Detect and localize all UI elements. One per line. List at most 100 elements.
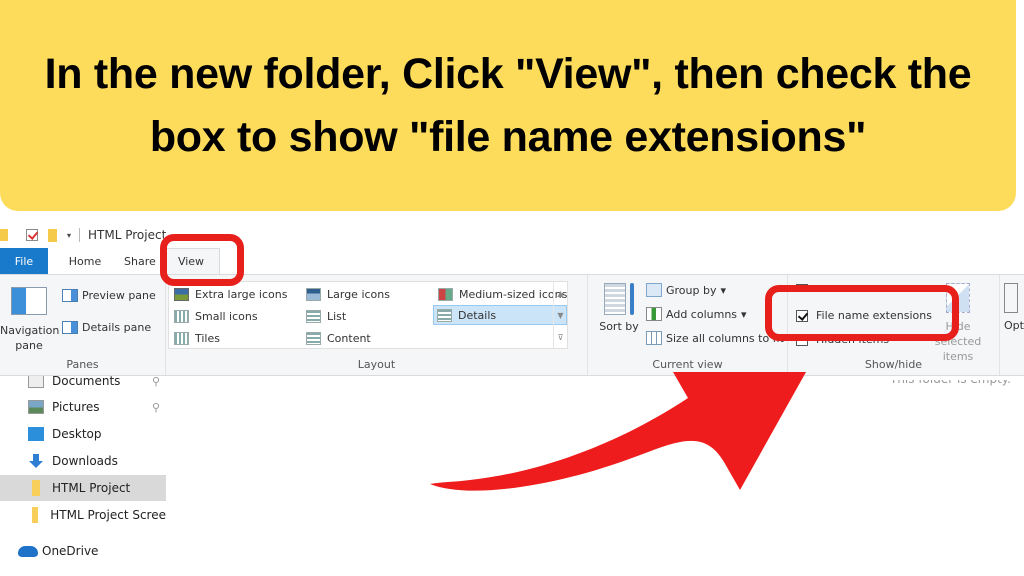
group-label-panes: Panes [66,358,99,371]
nav-item-label: HTML Project [52,481,131,495]
layout-item-label: Large icons [327,287,390,301]
details-pane-label: Details pane [82,321,152,334]
folder-icon[interactable] [0,229,8,241]
nav-item-html-project-screenshots[interactable]: HTML Project Scree [0,502,166,528]
preview-pane-button[interactable]: Preview pane [62,289,156,302]
hidden-items-label: Hidden items [816,333,890,346]
options-label: Options [1004,319,1024,332]
chevron-down-icon: ▾ [741,307,747,321]
hidden-items-toggle[interactable]: Hidden items [796,333,889,346]
file-name-extensions-label: File name extensions [816,309,932,322]
folder-icon [32,480,40,496]
layout-item-label: List [327,309,347,323]
sort-by-icon [604,283,634,315]
nav-item-label: OneDrive [42,544,99,558]
layout-medium-icons[interactable]: Medium-sized icons [435,284,570,304]
size-all-columns-label: Size all columns to fit [666,331,784,345]
ribbon-tabs: File Home Share View [0,248,1024,274]
documents-icon [28,376,44,388]
layout-item-label: Content [327,331,371,345]
group-panes: Navigation pane Preview pane Details pan… [0,275,166,375]
layout-large-icons[interactable]: Large icons [303,284,393,304]
pin-icon[interactable]: ⚲ [152,401,160,414]
window-title: HTML Project [88,228,167,242]
layout-item-label: Medium-sized icons [459,287,568,301]
group-label-layout: Layout [357,358,396,371]
file-explorer-window: ▾ HTML Project File Home Share View Navi… [0,222,1024,576]
group-label-current-view: Current view [652,358,723,371]
scroll-up-icon[interactable]: ▲ [557,289,563,298]
ribbon-view: Navigation pane Preview pane Details pan… [0,274,1024,376]
layout-content[interactable]: Content [303,328,374,348]
folder-icon [32,507,39,523]
options-button[interactable]: Options [1004,283,1024,332]
tab-view[interactable]: View [162,248,220,274]
nav-item-pictures[interactable]: Pictures ⚲ [0,394,166,420]
scroll-down-icon[interactable]: ▼ [557,311,563,320]
file-name-extensions-toggle[interactable]: File name extensions [796,309,932,322]
item-check-boxes-checkbox[interactable] [796,283,808,290]
customize-dropdown-icon[interactable]: ▾ [67,231,71,240]
tab-home[interactable]: Home [54,248,116,274]
list-icon [306,309,321,323]
toolbar-divider [79,228,81,242]
group-label-show-hide: Show/hide [864,358,923,371]
file-name-extensions-checkbox[interactable] [796,309,808,322]
details-pane-button[interactable]: Details pane [62,321,151,334]
small-icons-icon [174,309,189,323]
layout-extra-large-icons[interactable]: Extra large icons [171,284,290,304]
nav-item-label: Documents [52,374,121,388]
layout-list[interactable]: List [303,306,349,326]
tab-file[interactable]: File [0,248,48,274]
size-columns-icon [646,331,662,345]
tab-share[interactable]: Share [116,248,158,274]
sort-by-button[interactable]: Sort by [598,283,640,334]
nav-item-label: Desktop [52,427,102,441]
nav-item-onedrive[interactable]: OneDrive [0,538,166,564]
preview-pane-icon [62,289,78,302]
group-layout: Extra large icons Large icons Medium-siz… [166,275,588,375]
navigation-pane-label: Navigation pane [0,324,60,352]
onedrive-icon [18,545,38,557]
instruction-banner: In the new folder, Click "View", then ch… [0,0,1016,211]
layout-item-label: Tiles [195,331,220,345]
layout-tiles[interactable]: Tiles [171,328,223,348]
item-check-boxes-label: Item check boxes [816,283,913,296]
navigation-tree: Documents ⚲ Pictures ⚲ Desktop Downloads… [0,376,168,576]
properties-check-icon[interactable] [26,229,38,241]
medium-icons-icon [438,287,453,301]
content-icon [306,331,321,345]
hidden-items-checkbox[interactable] [796,333,808,346]
gallery-more-icon[interactable]: ⊽ [558,333,564,342]
layout-item-label: Details [458,308,497,322]
nav-item-downloads[interactable]: Downloads [0,448,166,474]
new-folder-icon[interactable] [48,228,57,242]
layout-details[interactable]: Details [433,305,567,325]
tiles-icon [174,331,189,345]
preview-pane-label: Preview pane [82,289,156,302]
details-icon [437,308,452,322]
nav-item-html-project[interactable]: HTML Project [0,475,166,501]
desktop-icon [28,427,44,441]
downloads-icon [28,454,44,468]
group-by-label: Group by [666,283,717,297]
nav-item-label: HTML Project Scree [50,508,166,522]
size-all-columns-button[interactable]: Size all columns to fit [646,331,784,345]
nav-item-label: Downloads [52,454,118,468]
sort-by-label: Sort by [599,320,639,333]
nav-item-label: Pictures [52,400,100,414]
layout-gallery: Extra large icons Large icons Medium-siz… [168,281,568,349]
layout-small-icons[interactable]: Small icons [171,306,261,326]
hide-selected-items-button[interactable]: Hide selected items [926,283,990,364]
group-by-button[interactable]: Group by ▾ [646,283,726,297]
add-columns-icon [646,307,662,321]
item-check-boxes-toggle[interactable]: Item check boxes [796,283,913,296]
gallery-scrollbar[interactable]: ▲ ▼ ⊽ [553,282,567,348]
navigation-pane-button[interactable]: Navigation pane [0,283,60,353]
add-columns-button[interactable]: Add columns ▾ [646,307,747,321]
hide-selected-icon [946,283,970,313]
nav-item-desktop[interactable]: Desktop [0,421,166,447]
quick-access-toolbar: ▾ HTML Project [0,222,1024,248]
group-by-icon [646,283,662,297]
pin-icon[interactable]: ⚲ [152,376,160,388]
